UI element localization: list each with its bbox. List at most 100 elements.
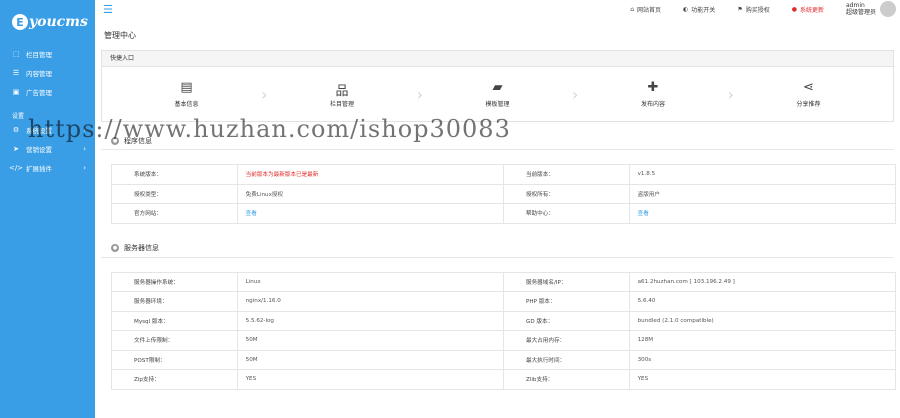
table-row: 文件上传限制： 50M 最大占用内存： 128M [111, 330, 897, 351]
quick-panel-title: 快捷入口 [102, 51, 893, 67]
table-cell: YES [628, 369, 897, 390]
table-cell: 盗版用户 [628, 183, 897, 204]
program-info-table: 系统版本： 当前版本为最新版本已是最新 当前版本： v1.8.5 授权类型： 免… [111, 164, 897, 224]
table-cell: 授权所有： [502, 183, 630, 204]
table-cell: YES [236, 369, 504, 390]
table-row: 服务器环境： nginx/1.16.0 PHP 版本： 5.6.40 [111, 291, 897, 312]
top-link-license[interactable]: ⚑ 购买授权 [737, 5, 769, 14]
top-link-home[interactable]: ⌂ 网站首页 [630, 5, 661, 14]
info-icon: ● [111, 244, 119, 252]
section-title-label: 程序信息 [124, 136, 152, 145]
table-row: 系统版本： 当前版本为最新版本已是最新 当前版本： v1.8.5 [111, 164, 897, 185]
table-cell: 50M [236, 330, 504, 351]
sidebar-item-marketing[interactable]: ➤ 营销设置 › [0, 139, 95, 158]
table-cell: 50M [236, 349, 504, 370]
quick-link-label: 基本信息 [174, 101, 199, 108]
table-cell: 系统版本： [111, 164, 238, 185]
topbar: ☰ ⌂ 网站首页 ◐ 功能开关 ⚑ 购买授权 ● 系统更新 admin 超级管理… [95, 0, 900, 18]
quick-link-columns[interactable]: 品 栏目管理 [267, 80, 416, 108]
table-row: 官方网站： 查看 帮助中心： 查看 [111, 203, 897, 224]
program-info-title: ● 程序信息 [101, 132, 894, 150]
user-name: admin [845, 2, 865, 9]
sidebar-item-system[interactable]: ⚙ 系统设置 › [0, 120, 95, 139]
table-row: 授权类型： 免费Linux授权 授权所有： 盗版用户 [111, 183, 897, 204]
table-cell: GD 版本： [502, 310, 630, 331]
server-info-title: ● 服务器信息 [101, 240, 894, 258]
table-row: Zip支持： YES Zlib支持： YES [111, 369, 897, 390]
top-link-label: 功能开关 [691, 6, 716, 14]
section-title-label: 服务器信息 [124, 244, 159, 252]
quick-panel: 快捷入口 ▤ 基本信息 › 品 栏目管理 › ▰ 模板管理 › ✚ 发布内容 › [101, 50, 894, 122]
quick-link-templates[interactable]: ▰ 模板管理 [423, 80, 572, 108]
help-center-link[interactable]: 查看 [628, 203, 897, 224]
table-cell: 免费Linux授权 [236, 183, 504, 204]
table-cell: 5.6.40 [628, 291, 897, 312]
table-cell: 服务器环境： [111, 291, 238, 312]
table-cell: 授权类型： [111, 183, 238, 204]
sidebar-item-label: 栏目管理 [26, 50, 52, 59]
official-site-link[interactable]: 查看 [236, 203, 504, 224]
table-cell: 帮助中心： [502, 203, 630, 224]
gear-icon: ⚙ [12, 125, 20, 134]
folder-icon: ▰ [492, 80, 503, 95]
chevron-right-icon: › [83, 144, 86, 153]
table-cell: 文件上传限制： [111, 330, 238, 351]
quick-link-publish[interactable]: ✚ 发布内容 [578, 80, 727, 108]
sidebar-item-label: 系统设置 [26, 126, 52, 135]
server-info-table: 服务器操作系统： Linux 服务器域名/IP： a61.2huzhan.com… [111, 271, 897, 390]
flag-icon: ⚑ [737, 5, 743, 13]
sitemap-icon: ⬚ [12, 49, 20, 58]
sidebar-item-label: 营销设置 [26, 145, 52, 154]
user-menu[interactable]: admin 超级管理员 [846, 1, 896, 17]
server-info-section: ● 服务器信息 服务器操作系统： Linux 服务器域名/IP： a61.2hu… [101, 240, 897, 390]
logo-text: youcms [29, 14, 88, 30]
quick-link-label: 发布内容 [640, 101, 665, 108]
chevron-right-icon: › [83, 163, 86, 172]
home-icon: ⌂ [630, 5, 635, 13]
logo-mark: E [12, 14, 28, 30]
top-link-label: 网站首页 [637, 6, 662, 14]
table-cell: 5.5.62-log [236, 310, 504, 331]
quick-link-label: 栏目管理 [330, 101, 355, 108]
main-content: 管理中心 快捷入口 ▤ 基本信息 › 品 栏目管理 › ▰ 模板管理 › ✚ 发… [95, 18, 900, 418]
sitemap-icon: 品 [335, 84, 349, 99]
sidebar-item-columns[interactable]: ⬚ 栏目管理 [0, 44, 95, 63]
table-cell: a61.2huzhan.com [ 103.196.2.49 ] [628, 271, 897, 292]
logo[interactable]: E youcms [0, 0, 95, 44]
table-cell: v1.8.5 [628, 164, 897, 185]
sidebar-nav: ⬚ 栏目管理 ☰ 内容管理 ▣ 广告管理 设置 ⚙ 系统设置 › ➤ 营销设置 … [0, 44, 95, 177]
table-cell: 最大执行时间： [502, 349, 630, 370]
list-icon: ☰ [12, 68, 20, 77]
sidebar-item-plugins[interactable]: </> 扩展插件 › [0, 158, 95, 177]
sidebar-item-ads[interactable]: ▣ 广告管理 [0, 82, 95, 101]
top-link-features[interactable]: ◐ 功能开关 [683, 5, 715, 14]
alert-icon: ● [791, 5, 797, 13]
table-cell: Zlib支持： [502, 369, 630, 390]
quick-link-basic-info[interactable]: ▤ 基本信息 [112, 80, 261, 108]
sidebar-section-label: 设置 [12, 113, 25, 120]
sidebar: E youcms ⬚ 栏目管理 ☰ 内容管理 ▣ 广告管理 设置 ⚙ 系统设置 … [0, 0, 95, 418]
table-cell: 128M [628, 330, 897, 351]
table-cell: 当前版本： [502, 164, 630, 185]
sidebar-item-label: 内容管理 [26, 69, 52, 78]
avatar[interactable] [880, 1, 896, 17]
table-cell: Mysql 版本： [111, 310, 238, 331]
info-icon: ● [111, 136, 119, 145]
table-cell: 最大占用内存： [502, 330, 630, 351]
table-cell: nginx/1.16.0 [236, 291, 504, 312]
quick-links: ▤ 基本信息 › 品 栏目管理 › ▰ 模板管理 › ✚ 发布内容 › ⋖ 分享… [102, 67, 893, 121]
code-icon: </> [8, 163, 24, 172]
menu-toggle-icon[interactable]: ☰ [103, 3, 113, 16]
table-cell: PHP 版本： [502, 291, 630, 312]
sidebar-item-label: 广告管理 [26, 88, 52, 97]
quick-link-share[interactable]: ⋖ 分享推荐 [734, 80, 883, 108]
table-row: 服务器操作系统： Linux 服务器域名/IP： a61.2huzhan.com… [111, 271, 897, 292]
table-row: POST限制： 50M 最大执行时间： 300s [111, 349, 897, 370]
share-icon: ⋖ [803, 80, 814, 95]
table-cell: 300s [628, 349, 897, 370]
sidebar-item-content[interactable]: ☰ 内容管理 [0, 63, 95, 82]
top-link-update[interactable]: ● 系统更新 [792, 5, 824, 14]
chevron-right-icon: › [83, 125, 86, 134]
id-card-icon: ▤ [180, 80, 193, 95]
top-link-label: 购买授权 [745, 6, 770, 14]
